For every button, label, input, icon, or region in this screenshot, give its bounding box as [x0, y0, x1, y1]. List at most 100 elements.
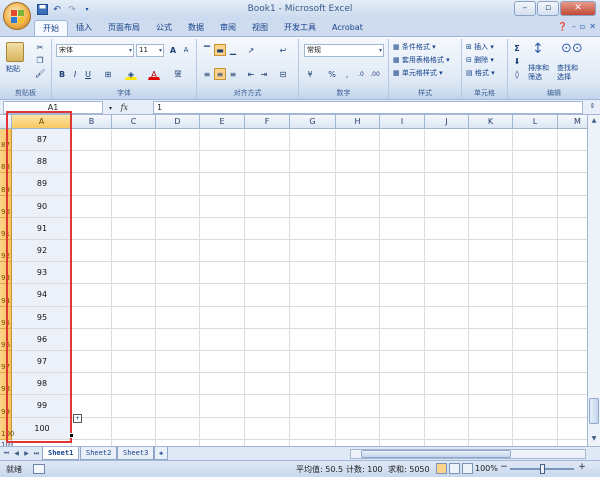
scroll-down-icon[interactable]: ▼ — [589, 434, 599, 444]
column-header-i[interactable]: I — [380, 115, 425, 129]
sort-filter-icon[interactable]: ↕ — [532, 41, 544, 57]
row-header[interactable]: 89 — [0, 173, 12, 196]
delete-button[interactable]: ⊟ 删除 ▾ — [466, 55, 494, 65]
percent-button[interactable]: % — [326, 68, 338, 80]
column-header-d[interactable]: D — [156, 115, 200, 129]
prev-sheet-icon[interactable]: ◀ — [12, 448, 21, 459]
column-header-j[interactable]: J — [425, 115, 469, 129]
cell-a[interactable]: 92 — [12, 240, 72, 262]
column-header-f[interactable]: F — [245, 115, 290, 129]
vertical-scrollbar[interactable]: ▲ ▼ — [587, 115, 600, 446]
cell-a[interactable]: 99 — [12, 395, 72, 417]
border-icon[interactable]: ⊞ — [102, 68, 114, 80]
name-box[interactable]: A1 — [3, 101, 103, 114]
clear-icon[interactable]: ◊ — [511, 68, 523, 80]
insert-button[interactable]: ⊞ 插入 ▾ — [466, 42, 494, 52]
tab-developer[interactable]: 开发工具 — [276, 20, 324, 36]
copy-icon[interactable]: ❐ — [34, 54, 46, 66]
row-header[interactable]: 97 — [0, 351, 12, 374]
tab-page-layout[interactable]: 页面布局 — [100, 20, 148, 36]
row-header[interactable]: 93 — [0, 262, 12, 285]
macro-record-icon[interactable] — [33, 464, 45, 474]
tab-review[interactable]: 审阅 — [212, 20, 244, 36]
italic-button[interactable]: I — [69, 68, 81, 80]
fill-color-icon[interactable]: ◈ — [125, 68, 137, 80]
horizontal-scroll-thumb[interactable] — [361, 450, 511, 458]
column-header-e[interactable]: E — [200, 115, 245, 129]
row-header[interactable]: 91 — [0, 217, 12, 240]
fill-icon[interactable]: ⬇ — [511, 55, 523, 67]
row-header[interactable]: 99 — [0, 395, 12, 418]
row-header[interactable]: 94 — [0, 284, 12, 307]
currency-icon[interactable]: ¥ — [304, 68, 316, 80]
bold-button[interactable]: B — [56, 68, 68, 80]
tab-view[interactable]: 视图 — [244, 20, 276, 36]
align-top-icon[interactable]: ▔ — [201, 44, 213, 56]
align-center-icon[interactable]: ≡ — [214, 68, 226, 80]
column-header-l[interactable]: L — [513, 115, 558, 129]
shrink-font-button[interactable]: A — [180, 44, 192, 56]
zoom-out-button[interactable]: − — [499, 463, 509, 473]
cell-a[interactable]: 97 — [12, 351, 72, 373]
page-layout-view-icon[interactable] — [449, 463, 460, 474]
font-color-button[interactable]: A — [148, 68, 160, 80]
row-header[interactable]: 100 — [0, 417, 14, 440]
chevron-down-icon[interactable]: ▾ — [109, 105, 112, 112]
autosum-button[interactable]: Σ — [511, 42, 523, 54]
zoom-in-button[interactable]: + — [577, 463, 587, 473]
cut-icon[interactable]: ✂ — [34, 41, 46, 53]
tab-insert[interactable]: 插入 — [68, 20, 100, 36]
row-header[interactable]: 98 — [0, 373, 12, 396]
orientation-icon[interactable]: ↗ — [245, 44, 257, 56]
horizontal-scrollbar[interactable] — [350, 449, 586, 459]
sheet-tab-1[interactable]: Sheet1 — [42, 447, 80, 460]
help-icon[interactable]: ❓ — [558, 22, 568, 31]
column-header-a[interactable]: A — [12, 115, 72, 129]
zoom-slider-thumb[interactable] — [540, 464, 545, 474]
row-header[interactable]: 87 — [0, 129, 12, 152]
vertical-scroll-thumb[interactable] — [589, 398, 599, 424]
decrease-indent-icon[interactable]: ⇤ — [245, 68, 257, 80]
cell-a[interactable]: 91 — [12, 218, 72, 240]
select-all-corner[interactable] — [0, 115, 12, 129]
table-format-button[interactable]: ▦ 套用表格格式 ▾ — [393, 55, 450, 65]
sort-filter-button[interactable]: 排序和筛选 — [528, 64, 552, 82]
cell-a[interactable]: 95 — [12, 307, 72, 329]
tab-formulas[interactable]: 公式 — [148, 20, 180, 36]
cell-style-button[interactable]: ▦ 单元格样式 ▾ — [393, 68, 443, 78]
format-button[interactable]: ▤ 格式 ▾ — [466, 68, 495, 78]
cell-a[interactable]: 94 — [12, 284, 72, 306]
wrap-text-icon[interactable]: ↩ — [277, 44, 289, 56]
cell-a[interactable]: 96 — [12, 329, 72, 351]
align-middle-icon[interactable]: ▬ — [214, 44, 226, 56]
align-left-icon[interactable]: ≡ — [201, 68, 213, 80]
column-header-m[interactable]: M — [558, 115, 587, 129]
binoculars-icon[interactable]: ⊙⊙ — [561, 41, 583, 56]
function-icon[interactable]: fx — [121, 103, 128, 112]
tab-acrobat[interactable]: Acrobat — [324, 20, 371, 36]
ribbon-minimize-icon[interactable]: – — [572, 22, 576, 31]
cell-a[interactable]: 87 — [12, 129, 72, 151]
fill-handle[interactable] — [69, 433, 74, 438]
paste-icon[interactable] — [6, 42, 24, 62]
last-sheet-icon[interactable]: ⏭ — [32, 448, 41, 459]
grow-font-button[interactable]: A — [167, 44, 179, 56]
formula-input[interactable]: 1 — [153, 101, 583, 114]
conditional-format-button[interactable]: ▦ 条件格式 ▾ — [393, 42, 436, 52]
column-header-c[interactable]: C — [112, 115, 156, 129]
page-break-view-icon[interactable] — [462, 463, 473, 474]
underline-button[interactable]: U — [82, 68, 94, 80]
expand-formula-icon[interactable]: ⇕ — [587, 102, 598, 113]
column-header-b[interactable]: B — [72, 115, 112, 129]
cell-a[interactable]: 88 — [12, 151, 72, 173]
maximize-button[interactable]: ▫ — [537, 1, 559, 16]
font-name-combo[interactable]: 宋体 ▾ — [56, 44, 134, 57]
merge-cells-icon[interactable]: ⊟ — [277, 68, 289, 80]
row-header[interactable]: 96 — [0, 328, 12, 351]
phonetic-button[interactable]: 燮 — [172, 68, 184, 80]
ribbon-restore-icon[interactable]: ▫ — [580, 22, 585, 31]
row-header[interactable]: 92 — [0, 240, 12, 263]
increase-indent-icon[interactable]: ⇥ — [258, 68, 270, 80]
column-header-g[interactable]: G — [290, 115, 336, 129]
increase-decimal-icon[interactable]: .0 — [355, 68, 367, 80]
